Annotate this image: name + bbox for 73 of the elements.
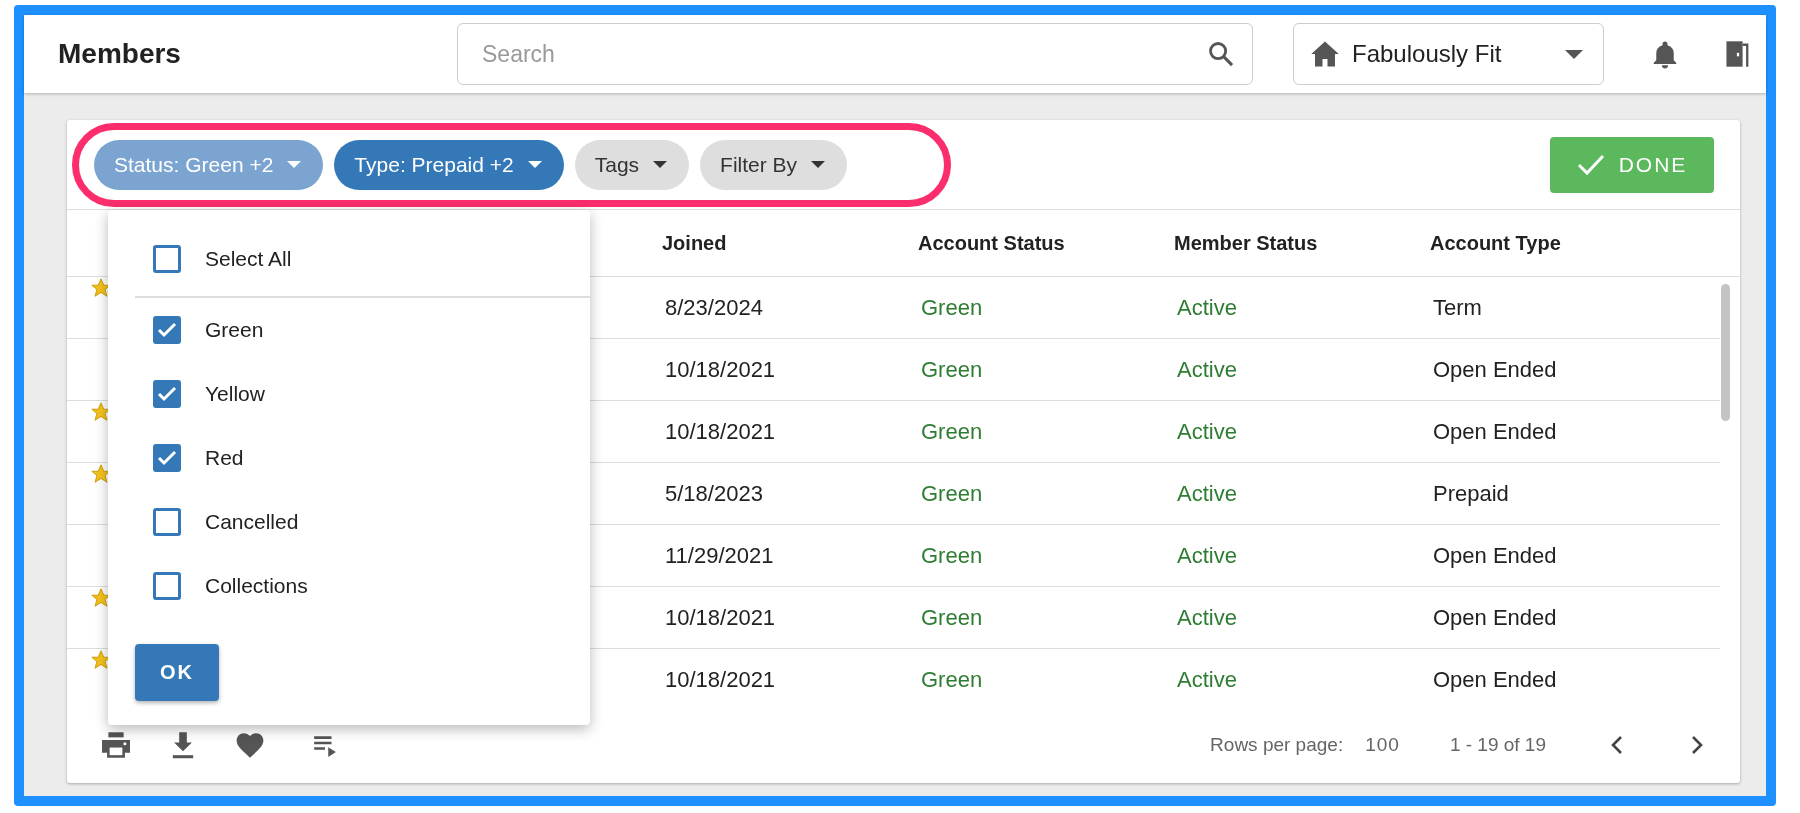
- caret-icon: [811, 161, 826, 168]
- bell-icon[interactable]: [1652, 39, 1678, 69]
- page-title: Members: [58, 38, 182, 70]
- table-cell-text: 10/18/2021: [664, 418, 777, 445]
- table-cell-text: Green: [920, 356, 984, 383]
- table-cell-text: Open Ended: [1432, 418, 1558, 445]
- column-header: Account Status: [918, 231, 1066, 255]
- caret-icon: [1565, 49, 1583, 59]
- caret-icon: [287, 161, 302, 168]
- heart-icon[interactable]: [234, 731, 266, 759]
- table-cell-text: Open Ended: [1432, 604, 1558, 631]
- table-cell-text: Green: [920, 666, 984, 693]
- page-range: 1 - 19 of 19: [1449, 734, 1546, 756]
- check-icon: [157, 322, 177, 338]
- column-header: Joined: [662, 231, 728, 255]
- table-cell-text: Green: [920, 418, 984, 445]
- table-cell-text: Active: [1176, 294, 1238, 321]
- filter-chip[interactable]: Type: Prepaid +2: [334, 139, 564, 190]
- checkbox[interactable]: [153, 245, 181, 273]
- rows-per-page-select[interactable]: 100: [1365, 734, 1400, 756]
- filter-chip[interactable]: Filter By: [700, 139, 848, 190]
- table-cell-text: 10/18/2021: [664, 666, 777, 693]
- table-cell-text: Open Ended: [1432, 356, 1558, 383]
- column-header: Account Type: [1430, 231, 1562, 255]
- status-option[interactable]: Red: [135, 426, 590, 490]
- table-cell-text: 8/23/2024: [664, 294, 764, 321]
- table-cell-text: Active: [1176, 356, 1238, 383]
- table-cell-text: Active: [1176, 542, 1238, 569]
- table-cell-text: Active: [1176, 418, 1238, 445]
- table-cell-text: Term: [1432, 294, 1483, 321]
- check-icon: [157, 450, 177, 466]
- table-cell-text: Open Ended: [1432, 542, 1558, 569]
- table-cell-text: 11/29/2021: [664, 542, 775, 569]
- table-cell-text: Green: [920, 604, 984, 631]
- home-icon: [1310, 40, 1340, 68]
- search-field[interactable]: Search: [457, 23, 1253, 85]
- playlist-icon[interactable]: [312, 733, 338, 757]
- table-cell-text: 5/18/2023: [664, 480, 764, 507]
- checkbox[interactable]: [153, 316, 181, 344]
- table-cell-text: Open Ended: [1432, 666, 1558, 693]
- checkbox[interactable]: [153, 572, 181, 600]
- check-icon: [157, 386, 177, 402]
- table-cell-text: Green: [920, 294, 984, 321]
- table-cell-text: Active: [1176, 604, 1238, 631]
- filter-chip[interactable]: Tags: [574, 139, 690, 190]
- table-cell-text: Active: [1176, 666, 1238, 693]
- check-icon: [1576, 153, 1605, 176]
- select-all-option[interactable]: Select All: [135, 222, 590, 298]
- table-cell-text: 10/18/2021: [664, 356, 777, 383]
- table-cell-text: Active: [1176, 480, 1238, 507]
- checkbox[interactable]: [153, 444, 181, 472]
- status-option[interactable]: Cancelled: [135, 490, 590, 554]
- checkbox[interactable]: [153, 508, 181, 536]
- location-dropdown[interactable]: Fabulously Fit: [1293, 23, 1604, 85]
- caret-icon: [653, 161, 668, 168]
- status-option[interactable]: Collections: [135, 554, 590, 618]
- table-cell-text: Green: [920, 480, 984, 507]
- chevron-right-icon: [1690, 735, 1704, 755]
- ok-button[interactable]: OK: [135, 644, 219, 701]
- status-option[interactable]: Green: [135, 298, 590, 362]
- table-cell-text: 10/18/2021: [664, 604, 777, 631]
- status-option[interactable]: Yellow: [135, 362, 590, 426]
- rows-per-page-label: Rows per page:: [1210, 734, 1344, 756]
- table-cell-text: Prepaid: [1432, 480, 1510, 507]
- checkbox[interactable]: [153, 380, 181, 408]
- search-icon: [1207, 40, 1235, 68]
- print-icon[interactable]: [100, 731, 132, 759]
- column-header: Member Status: [1174, 231, 1319, 255]
- scrollbar-thumb[interactable]: [1721, 284, 1730, 421]
- chevron-left-icon: [1610, 735, 1624, 755]
- table-cell-text: Green: [920, 542, 984, 569]
- download-icon[interactable]: [170, 731, 196, 759]
- caret-icon: [527, 161, 542, 168]
